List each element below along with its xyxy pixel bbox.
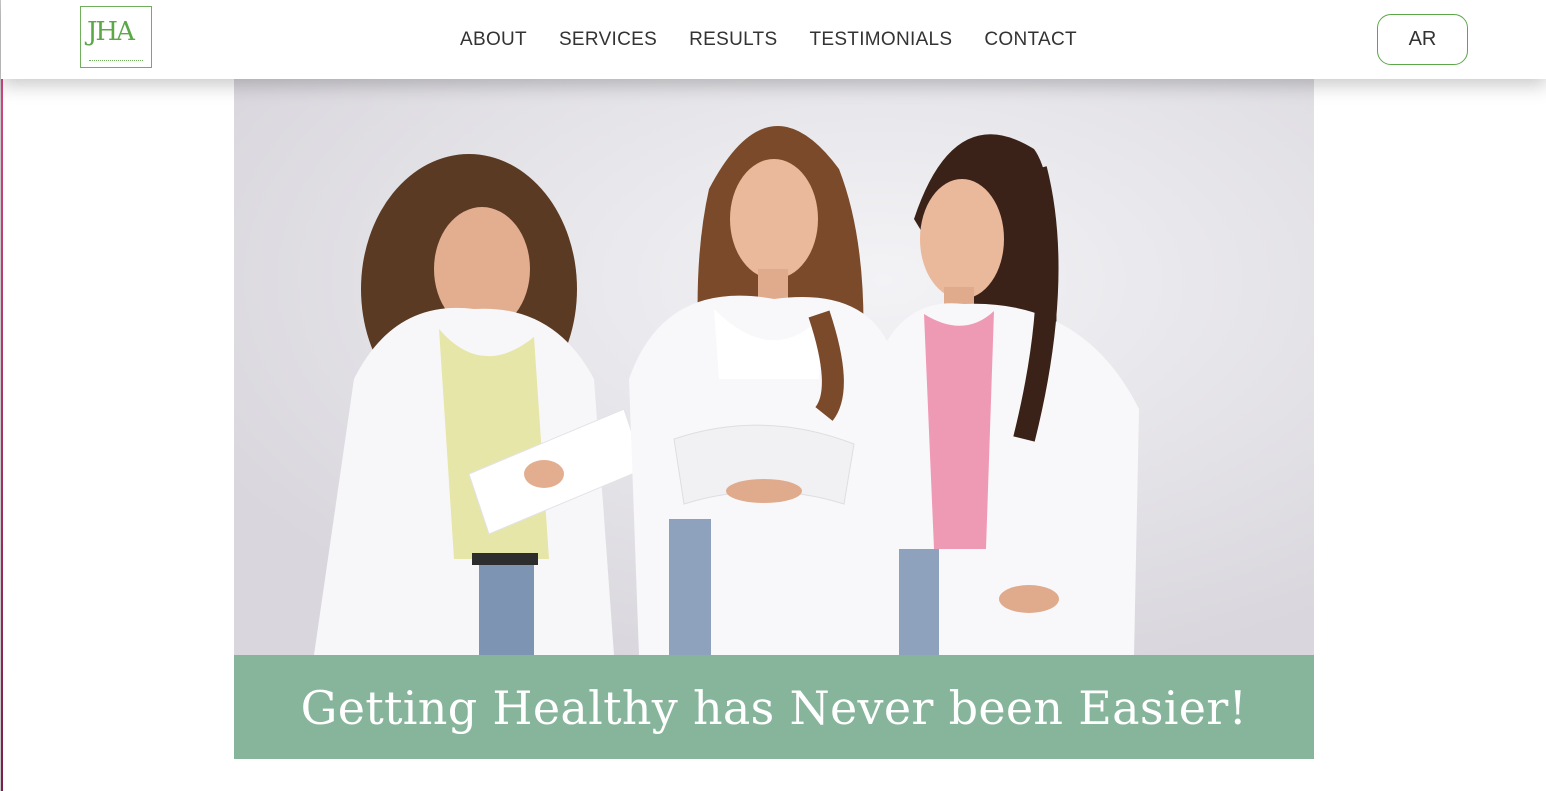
- logo-underline: [89, 60, 143, 63]
- logo-text: JHA: [87, 17, 135, 47]
- nav-item-results[interactable]: RESULTS: [689, 28, 777, 52]
- nav-item-testimonials[interactable]: TESTIMONIALS: [809, 28, 952, 52]
- site-header: JHA ABOUT SERVICES RESULTS TESTIMONIALS …: [1, 0, 1546, 79]
- language-toggle-button[interactable]: AR: [1377, 14, 1468, 65]
- hero-caption-banner: Getting Healthy has Never been Easier!: [234, 655, 1314, 759]
- three-nutritionists-photo-icon: [234, 79, 1314, 655]
- hero-photo: [234, 79, 1314, 655]
- site-logo[interactable]: JHA: [80, 6, 152, 68]
- left-accent-bar: [1, 0, 3, 791]
- page: JHA ABOUT SERVICES RESULTS TESTIMONIALS …: [0, 0, 1546, 791]
- nav-item-about[interactable]: ABOUT: [460, 28, 527, 52]
- hero-section: Getting Healthy has Never been Easier!: [234, 79, 1314, 759]
- nav-item-services[interactable]: SERVICES: [559, 28, 657, 52]
- nav-item-contact[interactable]: CONTACT: [984, 28, 1077, 52]
- hero-headline: Getting Healthy has Never been Easier!: [300, 681, 1248, 735]
- main-nav: ABOUT SERVICES RESULTS TESTIMONIALS CONT…: [460, 28, 1109, 52]
